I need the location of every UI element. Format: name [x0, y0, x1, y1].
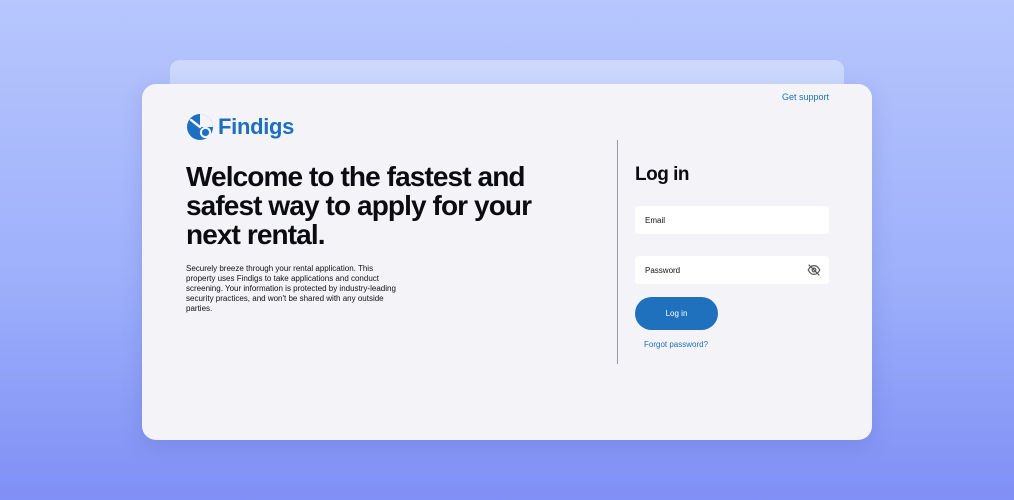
- email-field[interactable]: [635, 206, 829, 234]
- password-field-wrapper: [635, 256, 829, 284]
- login-button[interactable]: Log in: [635, 297, 718, 330]
- findigs-logo-icon: [187, 114, 213, 140]
- brand-name: Findigs: [218, 114, 295, 139]
- hero-headline: Welcome to the fastest and safest way to…: [186, 161, 532, 250]
- login-title: Log in: [635, 164, 689, 185]
- forgot-password-link[interactable]: Forgot password?: [644, 340, 708, 349]
- get-support-link[interactable]: Get support: [782, 92, 829, 102]
- eye-off-icon[interactable]: [807, 263, 821, 277]
- findigs-logo[interactable]: Findigs: [186, 113, 294, 141]
- hero-description: Securely breeze through your rental appl…: [186, 264, 396, 313]
- vertical-divider: [617, 140, 618, 364]
- password-field[interactable]: [635, 256, 829, 284]
- email-field-wrapper: [635, 206, 829, 234]
- login-card: Get support Findigs Welcome to the faste…: [142, 84, 872, 440]
